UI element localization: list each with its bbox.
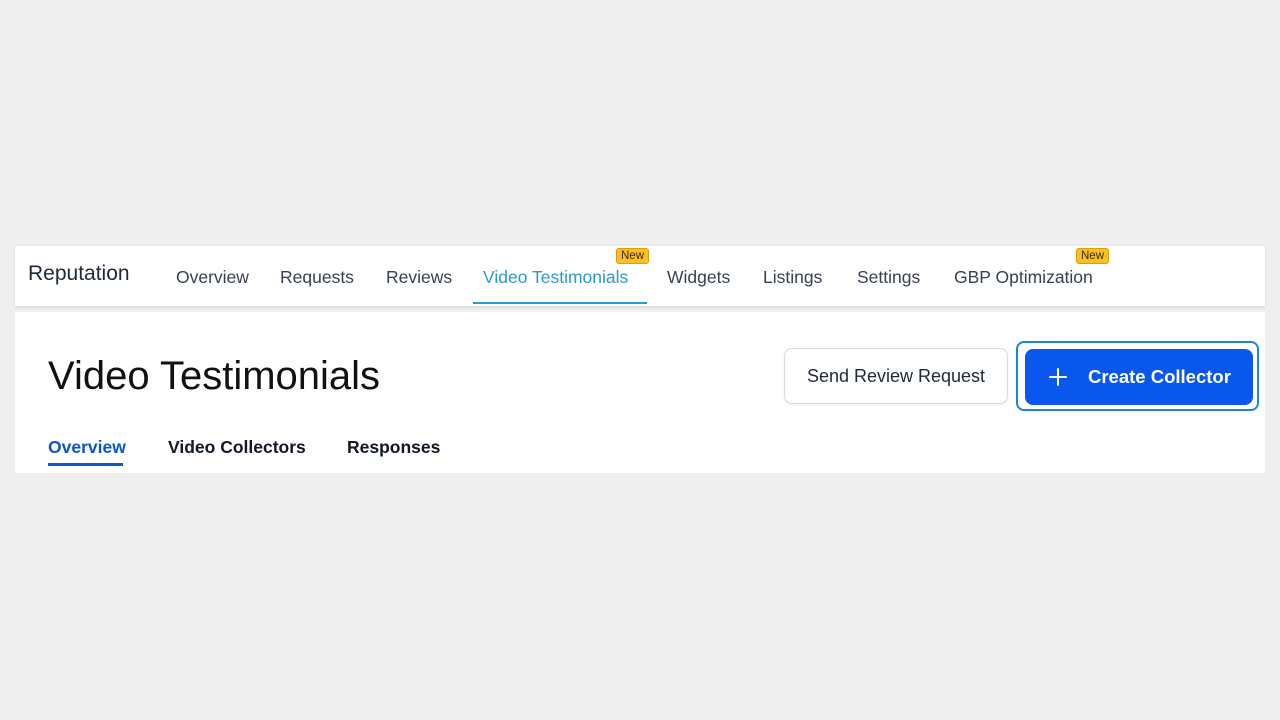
page-header: Video Testimonials Send Review Request C… bbox=[15, 312, 1265, 473]
tab-overview[interactable]: Overview bbox=[48, 436, 126, 458]
nav-item-overview[interactable]: Overview bbox=[176, 266, 249, 288]
app-title: Reputation bbox=[28, 262, 130, 285]
tab-responses[interactable]: Responses bbox=[347, 436, 440, 458]
active-tab-indicator bbox=[48, 463, 123, 466]
send-review-request-label: Send Review Request bbox=[806, 365, 986, 386]
nav-item-settings[interactable]: Settings bbox=[857, 266, 920, 288]
create-collector-button[interactable]: Create Collector bbox=[1025, 349, 1253, 405]
tab-video-collectors[interactable]: Video Collectors bbox=[168, 436, 306, 458]
nav-item-reviews[interactable]: Reviews bbox=[386, 266, 452, 288]
top-navigation-bar: Reputation Overview Requests Reviews Vid… bbox=[15, 246, 1265, 306]
plus-icon bbox=[1049, 368, 1067, 386]
active-nav-indicator bbox=[473, 302, 647, 304]
page-title: Video Testimonials bbox=[48, 354, 381, 398]
new-badge-video-testimonials: New bbox=[616, 248, 650, 264]
nav-item-gbp-optimization[interactable]: GBP Optimization bbox=[954, 266, 1093, 288]
nav-item-widgets[interactable]: Widgets bbox=[667, 266, 730, 288]
nav-item-requests[interactable]: Requests bbox=[280, 266, 354, 288]
nav-item-listings[interactable]: Listings bbox=[763, 266, 822, 288]
send-review-request-button[interactable]: Send Review Request bbox=[784, 348, 1008, 404]
nav-item-video-testimonials[interactable]: Video Testimonials bbox=[483, 266, 628, 288]
create-collector-label: Create Collector bbox=[1088, 366, 1231, 387]
new-badge-gbp-optimization: New bbox=[1076, 248, 1110, 264]
